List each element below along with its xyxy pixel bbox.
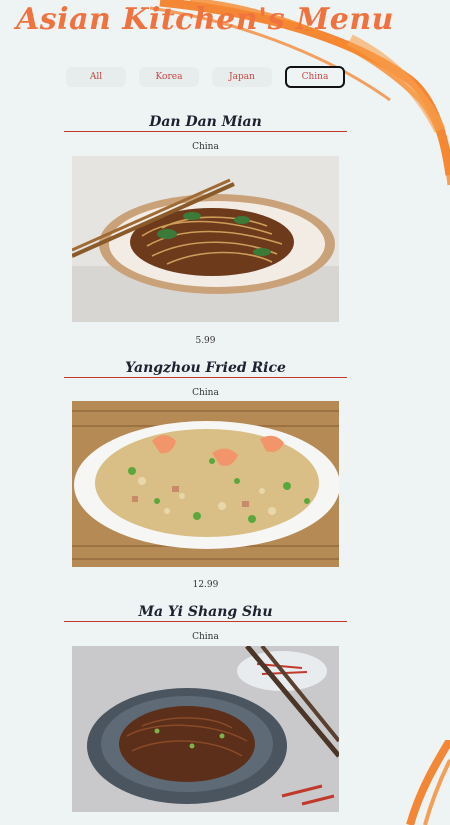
divider: [64, 621, 347, 622]
filter-japan-button[interactable]: Japan: [212, 67, 272, 87]
divider: [64, 131, 347, 132]
brush-stroke-bottom-right: [406, 740, 450, 825]
dish-name: Ma Yi Shang Shu: [138, 604, 273, 620]
dish-photo: [72, 156, 339, 322]
menu-item: Yangzhou Fried Rice China 12.99: [64, 359, 347, 590]
dish-photo: [72, 401, 339, 567]
dish-origin: China: [192, 142, 219, 152]
page-title: Asian Kitchen's Menu: [16, 2, 394, 37]
menu-item: Ma Yi Shang Shu China: [64, 603, 347, 812]
dish-origin: China: [192, 388, 219, 398]
filter-all-button[interactable]: All: [66, 67, 126, 87]
filter-china-button[interactable]: China: [285, 66, 345, 88]
dish-origin: China: [192, 632, 219, 642]
filter-korea-button[interactable]: Korea: [139, 67, 199, 87]
dish-name: Yangzhou Fried Rice: [125, 360, 286, 376]
dish-price: 12.99: [192, 580, 219, 590]
dish-photo: [72, 646, 339, 812]
divider: [64, 377, 347, 378]
menu-item: Dan Dan Mian China 5.99: [64, 113, 347, 346]
dish-price: 5.99: [195, 336, 216, 346]
dish-name: Dan Dan Mian: [149, 114, 262, 130]
